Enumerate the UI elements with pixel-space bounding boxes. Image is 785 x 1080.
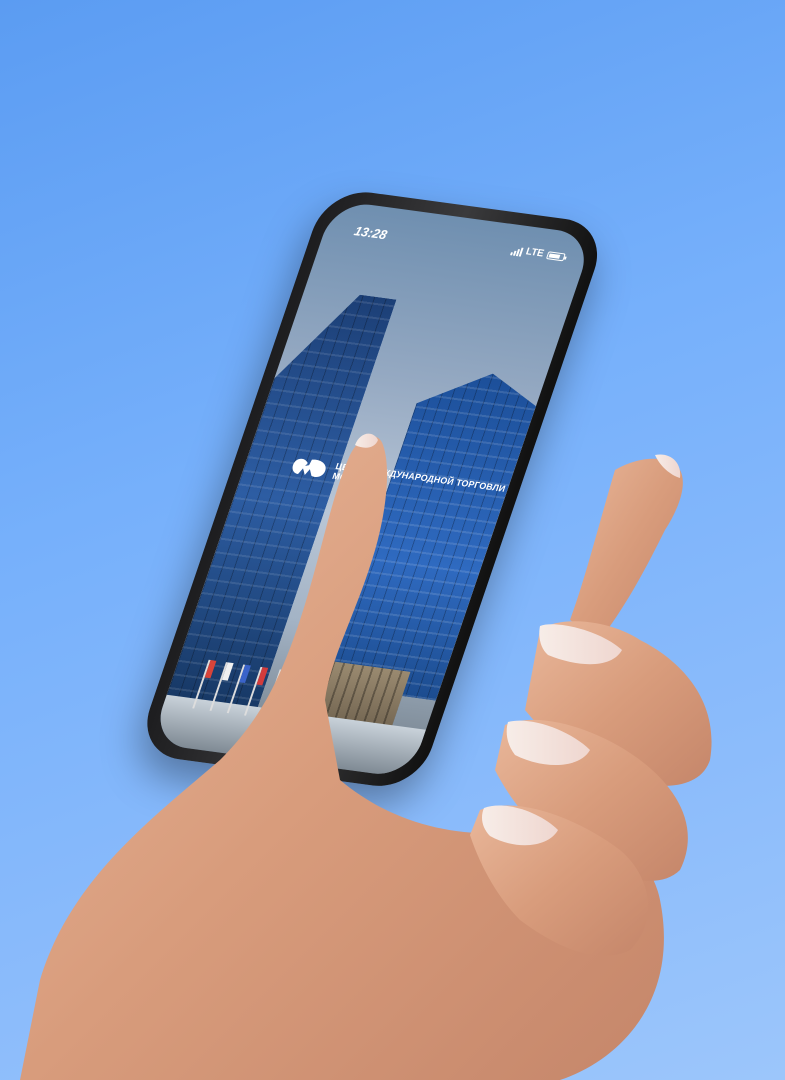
wtc-logo-icon xyxy=(292,458,326,477)
status-indicators: LTE xyxy=(510,244,567,262)
splash-screen[interactable]: 13:28 LTE ЦЕНТР МЕЖДУНАРОДНОЙ ТОРГОВЛИ М… xyxy=(150,200,595,779)
network-label: LTE xyxy=(524,246,546,260)
battery-icon xyxy=(546,250,566,261)
status-time: 13:28 xyxy=(352,223,390,243)
phone: 13:28 LTE ЦЕНТР МЕЖДУНАРОДНОЙ ТОРГОВЛИ М… xyxy=(134,186,610,792)
signal-icon xyxy=(510,245,524,257)
scene: 13:28 LTE ЦЕНТР МЕЖДУНАРОДНОЙ ТОРГОВЛИ М… xyxy=(0,0,785,1080)
